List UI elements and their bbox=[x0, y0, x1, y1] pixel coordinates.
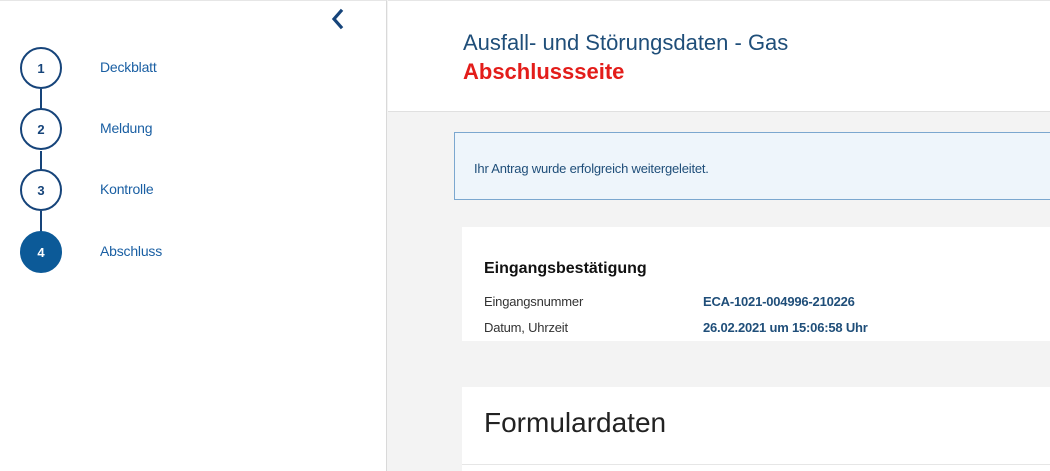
step-abschluss[interactable]: 4 Abschluss bbox=[0, 231, 380, 275]
confirmation-card: Eingangsbestätigung Eingangsnummer ECA-1… bbox=[462, 227, 1050, 341]
page-header: Ausfall- und Störungsdaten - Gas Abschlu… bbox=[388, 0, 1050, 112]
step-label: Deckblatt bbox=[100, 59, 157, 75]
step-label: Kontrolle bbox=[100, 181, 154, 197]
confirmation-row-number: Eingangsnummer ECA-1021-004996-210226 bbox=[484, 294, 1044, 312]
success-message: Ihr Antrag wurde erfolgreich weitergelei… bbox=[474, 161, 709, 176]
step-number: 4 bbox=[20, 231, 62, 273]
step-label: Abschluss bbox=[100, 243, 163, 259]
page-title: Ausfall- und Störungsdaten - Gas bbox=[463, 30, 789, 55]
page-subtitle: Abschlussseite bbox=[463, 59, 625, 84]
sidebar: 1 Deckblatt 2 Meldung 3 Kontrolle 4 Absc… bbox=[0, 0, 387, 471]
success-banner: Ihr Antrag wurde erfolgreich weitergelei… bbox=[454, 132, 1050, 200]
collapse-sidebar-button[interactable] bbox=[326, 7, 350, 31]
form-data-title: Formulardaten bbox=[484, 407, 667, 438]
divider bbox=[462, 464, 1050, 465]
row-key: Eingangsnummer bbox=[484, 294, 584, 309]
confirmation-row-datetime: Datum, Uhrzeit 26.02.2021 um 15:06:58 Uh… bbox=[484, 320, 1044, 338]
step-deckblatt[interactable]: 1 Deckblatt bbox=[0, 47, 380, 91]
step-number: 3 bbox=[20, 169, 62, 211]
step-label: Meldung bbox=[100, 120, 153, 136]
chevron-left-icon bbox=[331, 8, 344, 30]
confirmation-title: Eingangsbestätigung bbox=[484, 260, 647, 277]
step-number: 2 bbox=[20, 108, 62, 150]
step-connector bbox=[40, 151, 42, 171]
row-value: ECA-1021-004996-210226 bbox=[703, 294, 855, 309]
step-meldung[interactable]: 2 Meldung bbox=[0, 108, 380, 152]
step-connector bbox=[40, 211, 42, 233]
form-data-card: Formulardaten bbox=[462, 387, 1050, 471]
step-kontrolle[interactable]: 3 Kontrolle bbox=[0, 169, 380, 213]
row-key: Datum, Uhrzeit bbox=[484, 320, 568, 335]
row-value: 26.02.2021 um 15:06:58 Uhr bbox=[703, 320, 868, 335]
step-connector bbox=[40, 89, 42, 109]
step-number: 1 bbox=[20, 47, 62, 89]
